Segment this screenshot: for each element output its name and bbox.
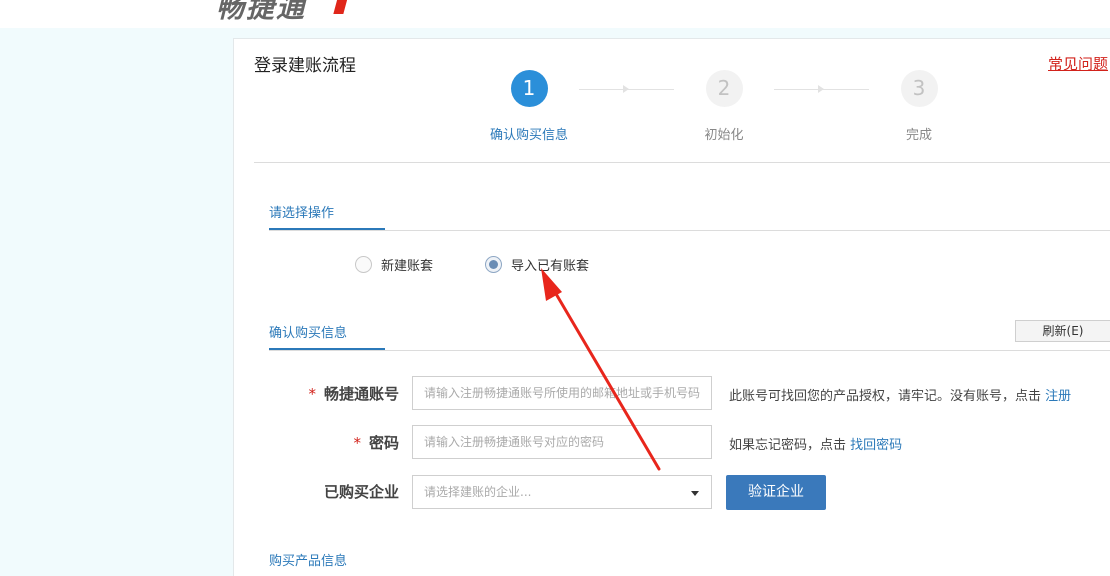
annotation-arrow-icon <box>541 268 661 471</box>
logo-mark-icon <box>333 0 349 14</box>
top-bar: 畅捷通 <box>0 0 1110 28</box>
setup-panel: 登录建账流程 常见问题 1 确认购买信息 2 初始化 3 完成 请选择操作 新建… <box>233 38 1110 576</box>
brand-logo: 畅捷通 <box>216 0 307 24</box>
page: 畅捷通 登录建账流程 常见问题 1 确认购买信息 2 初始化 3 完成 请选择操… <box>0 0 1110 576</box>
